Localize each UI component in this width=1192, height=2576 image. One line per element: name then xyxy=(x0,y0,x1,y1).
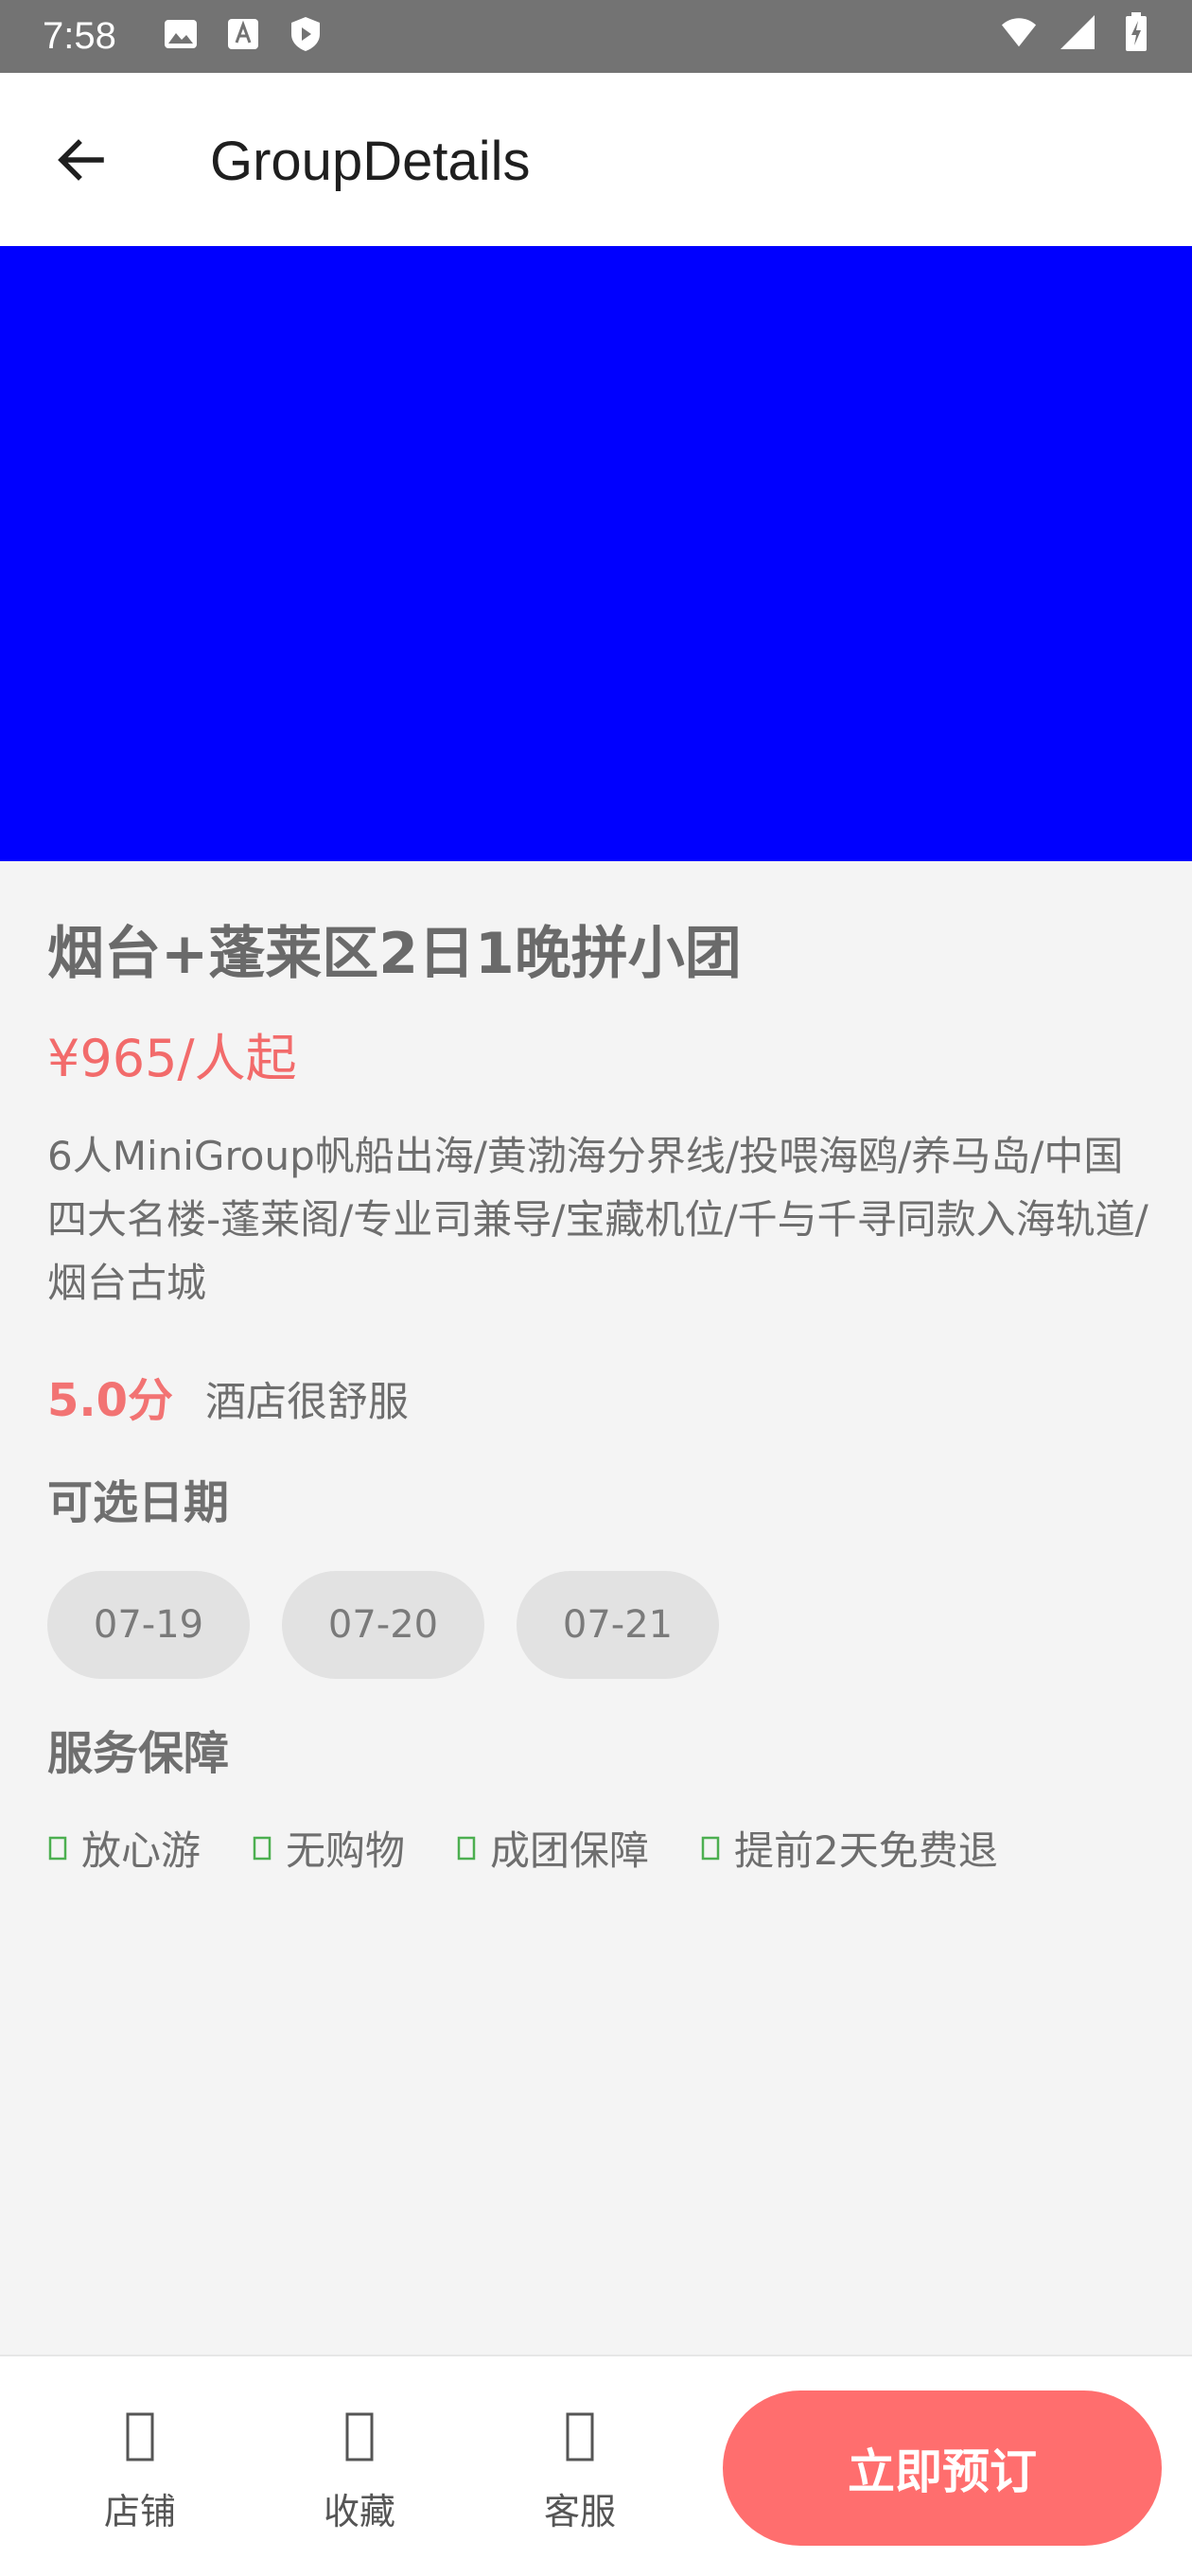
guarantee-label: 放心游 xyxy=(81,1827,202,1874)
app-bar: GroupDetails xyxy=(0,73,1192,246)
customer-service-label: 客服 xyxy=(543,2491,616,2532)
status-icons-right xyxy=(1001,12,1154,51)
product-price: ¥965/人起 xyxy=(47,1029,297,1088)
rating-score: 5.0分 xyxy=(47,1374,174,1427)
status-time: 7:58 xyxy=(43,15,116,57)
shop-icon xyxy=(121,2408,159,2465)
check-icon xyxy=(700,1834,721,1862)
guarantee-label: 提前2天免费退 xyxy=(734,1827,998,1874)
dates-section-title: 可选日期 xyxy=(47,1476,230,1529)
status-bar: 7:58 xyxy=(0,0,1192,73)
wifi-icon xyxy=(1001,13,1037,51)
status-icons-left xyxy=(163,15,324,53)
rating-row: 5.0分 酒店很舒服 xyxy=(47,1363,409,1429)
arrow-left-icon xyxy=(54,133,107,190)
guarantee-item: 成团保障 xyxy=(456,1819,649,1877)
bottom-action-bar: 店铺 收藏 客服 立即预订 xyxy=(0,2355,1192,2576)
date-chip[interactable]: 07-19 xyxy=(47,1571,250,1679)
check-icon xyxy=(456,1834,477,1862)
play-shield-icon xyxy=(288,15,324,53)
guarantee-label: 无购物 xyxy=(286,1827,406,1874)
rating-comment: 酒店很舒服 xyxy=(205,1379,410,1426)
product-description: 6人MiniGroup帆船出海/黄渤海分界线/投喂海鸥/养马岛/中国四大名楼-蓬… xyxy=(47,1133,1148,1306)
customer-service-icon xyxy=(561,2408,599,2465)
page-title: GroupDetails xyxy=(210,131,531,192)
shop-label: 店铺 xyxy=(103,2491,176,2532)
product-title: 烟台+蓬莱区2日1晚拼小团 xyxy=(47,921,742,987)
date-chip[interactable]: 07-20 xyxy=(282,1571,484,1679)
favorite-icon xyxy=(341,2408,378,2465)
book-now-button[interactable]: 立即预订 xyxy=(723,2391,1162,2546)
date-chip[interactable]: 07-21 xyxy=(517,1571,719,1679)
guarantee-item: 提前2天免费退 xyxy=(700,1819,998,1877)
check-icon xyxy=(47,1834,68,1862)
banner-image[interactable] xyxy=(0,246,1192,861)
signal-icon xyxy=(1060,13,1096,51)
font-icon xyxy=(225,15,261,53)
back-button[interactable] xyxy=(38,119,123,204)
service-guarantees: 放心游 无购物 成团保障 提前2天免费退 xyxy=(47,1819,998,1877)
customer-service-button[interactable]: 客服 xyxy=(523,2408,637,2534)
check-icon xyxy=(252,1834,272,1862)
guarantee-item: 放心游 xyxy=(47,1819,201,1877)
service-section-title: 服务保障 xyxy=(47,1727,230,1780)
guarantee-label: 成团保障 xyxy=(490,1827,650,1874)
guarantee-item: 无购物 xyxy=(252,1819,405,1877)
favorite-label: 收藏 xyxy=(323,2491,395,2532)
image-icon xyxy=(163,15,199,53)
favorite-button[interactable]: 收藏 xyxy=(303,2408,416,2534)
date-chips: 07-19 07-20 07-21 xyxy=(47,1571,719,1679)
shop-button[interactable]: 店铺 xyxy=(83,2408,197,2534)
battery-icon xyxy=(1118,12,1154,51)
